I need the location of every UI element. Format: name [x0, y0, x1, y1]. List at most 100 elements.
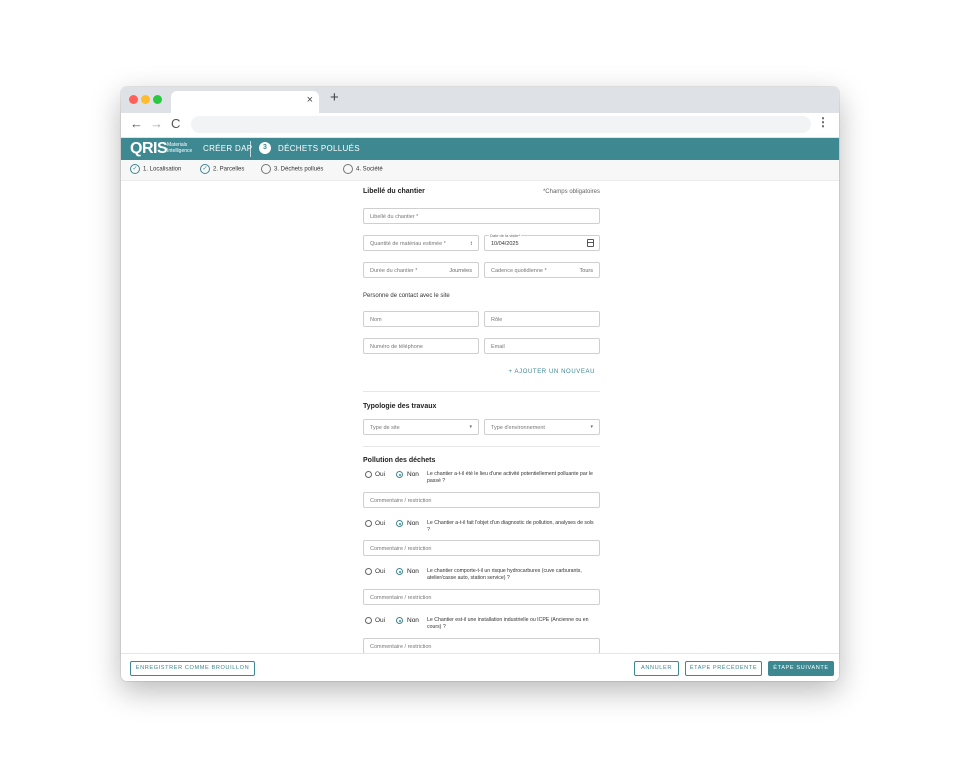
type-env-value: Type d'environnement [491, 425, 545, 431]
calendar-icon[interactable] [587, 239, 594, 247]
radio-oui-q4[interactable] [365, 617, 372, 624]
role-placeholder: Rôle [491, 317, 503, 323]
close-window-button[interactable] [129, 95, 138, 104]
current-step-title: DÉCHETS POLLUÉS [278, 144, 360, 153]
address-bar-row: ← → C ⋮ [121, 113, 839, 138]
nom-input[interactable]: Nom [363, 311, 479, 327]
comment-placeholder: Commentaire / restriction [370, 595, 432, 601]
nom-placeholder: Nom [370, 317, 382, 323]
header-divider [250, 141, 251, 157]
radio-non-q2[interactable] [396, 520, 403, 527]
comment-input-q1[interactable]: Commentaire / restriction [363, 492, 600, 508]
check-circle-icon: ✓ [130, 164, 140, 174]
browser-menu-icon[interactable]: ⋮ [817, 115, 829, 129]
cancel-button[interactable]: ANNULER [634, 661, 679, 676]
comment-input-q3[interactable]: Commentaire / restriction [363, 589, 600, 605]
current-step-badge: 3 [259, 142, 271, 154]
oui-label: Oui [375, 520, 386, 527]
url-input[interactable] [191, 116, 811, 133]
non-label: Non [407, 568, 419, 575]
next-step-button[interactable]: ÉTAPE SUIVANTE [768, 661, 834, 676]
quantite-input[interactable]: Quantité de matériau estimée * t [363, 235, 479, 251]
step-parcelles[interactable]: ✓ 2. Parcelles [200, 164, 244, 174]
browser-window: × + ← → C ⋮ QRIS Materials Intelligence … [121, 87, 839, 681]
radio-oui-q2[interactable] [365, 520, 372, 527]
non-label: Non [407, 617, 419, 624]
role-input[interactable]: Rôle [484, 311, 600, 327]
section-divider [363, 446, 600, 447]
radio-non-q1[interactable] [396, 471, 403, 478]
radio-non-q4[interactable] [396, 617, 403, 624]
forward-icon[interactable]: → [150, 116, 163, 131]
type-site-value: Type de site [370, 425, 400, 431]
comment-placeholder: Commentaire / restriction [370, 546, 432, 552]
non-label: Non [407, 520, 419, 527]
step-societe[interactable]: 4. Société [343, 164, 383, 174]
radio-oui-q1[interactable] [365, 471, 372, 478]
empty-circle-icon [261, 164, 271, 174]
telephone-input[interactable]: Numéro de téléphone [363, 338, 479, 354]
check-circle-icon: ✓ [200, 164, 210, 174]
question-1-text: Le chantier a-t-il été le lieu d'une act… [427, 471, 593, 484]
radio-non-q3[interactable] [396, 568, 403, 575]
step-dechets-pollues[interactable]: 3. Déchets pollués [261, 164, 323, 174]
date-visite-input[interactable]: Date de la visite* 10/04/2025 [484, 233, 600, 251]
form-footer: ENREGISTRER COMME BROUILLON ANNULER ÉTAP… [121, 653, 839, 681]
previous-step-button[interactable]: ÉTAPE PRÉCÉDENTE [685, 661, 762, 676]
step-label: 4. Société [356, 166, 383, 173]
step-label: 2. Parcelles [213, 166, 245, 173]
email-input[interactable]: Email [484, 338, 600, 354]
close-tab-icon[interactable]: × [307, 94, 313, 106]
chevron-down-icon: ▾ [590, 424, 593, 430]
browser-tab-bar: × + [121, 87, 839, 113]
type-environnement-select[interactable]: Type d'environnement ▾ [484, 419, 600, 435]
comment-input-q2[interactable]: Commentaire / restriction [363, 540, 600, 556]
main-content: Libellé du chantier *Champs obligatoires… [121, 181, 839, 653]
chevron-down-icon: ▾ [469, 424, 472, 430]
step-localisation[interactable]: ✓ 1. Localisation [130, 164, 181, 174]
create-dap-label[interactable]: CRÉER DAP [203, 144, 252, 153]
quantite-placeholder: Quantité de matériau estimée * [370, 241, 446, 247]
oui-label: Oui [375, 617, 386, 624]
date-label: Date de la visite* [489, 233, 522, 238]
duree-unit: Journées [449, 268, 472, 274]
non-label: Non [407, 471, 419, 478]
back-icon[interactable]: ← [130, 116, 143, 131]
contact-title: Personne de contact avec le site [363, 293, 450, 299]
reload-icon[interactable]: C [171, 116, 180, 131]
cadence-input[interactable]: Cadence quotidienne * Tours [484, 262, 600, 278]
comment-input-q4[interactable]: Commentaire / restriction [363, 638, 600, 653]
duree-placeholder: Durée du chantier * [370, 268, 418, 274]
question-2-text: Le Chantier a-t-il fait l'objet d'un dia… [427, 520, 594, 533]
email-placeholder: Email [491, 344, 505, 350]
libelle-placeholder: Libellé du chantier * [370, 214, 419, 220]
logo-sub-line-2: Intelligence [167, 148, 193, 154]
section-title-pollution: Pollution des déchets [363, 457, 436, 464]
cadence-unit: Tours [579, 268, 593, 274]
cadence-placeholder: Cadence quotidienne * [491, 268, 547, 274]
maximize-window-button[interactable] [153, 95, 162, 104]
telephone-placeholder: Numéro de téléphone [370, 344, 423, 350]
question-3-text: Le chantier comporte-t-il un risque hydr… [427, 568, 582, 581]
app-logo-subtitle: Materials Intelligence [167, 142, 192, 154]
stepper: ✓ 1. Localisation ✓ 2. Parcelles 3. Déchet… [121, 160, 839, 181]
new-tab-button[interactable]: + [330, 89, 339, 106]
date-value: 10/04/2025 [491, 241, 519, 247]
app-logo[interactable]: QRIS [130, 140, 168, 158]
browser-tab[interactable]: × [171, 91, 319, 113]
step-label: 3. Déchets pollués [274, 166, 324, 173]
duree-input[interactable]: Durée du chantier * Journées [363, 262, 479, 278]
minimize-window-button[interactable] [141, 95, 150, 104]
comment-placeholder: Commentaire / restriction [370, 498, 432, 504]
oui-label: Oui [375, 471, 386, 478]
libelle-input[interactable]: Libellé du chantier * [363, 208, 600, 224]
type-site-select[interactable]: Type de site ▾ [363, 419, 479, 435]
comment-placeholder: Commentaire / restriction [370, 644, 432, 650]
required-fields-note: *Champs obligatoires [542, 189, 600, 195]
radio-oui-q3[interactable] [365, 568, 372, 575]
question-4-text: Le Chantier est-il une installation indu… [427, 617, 589, 630]
section-title-chantier: Libellé du chantier [363, 188, 425, 195]
add-contact-button[interactable]: + AJOUTER UN NOUVEAU [508, 369, 595, 375]
save-draft-button[interactable]: ENREGISTRER COMME BROUILLON [130, 661, 255, 676]
section-title-typologie: Typologie des travaux [363, 403, 437, 410]
